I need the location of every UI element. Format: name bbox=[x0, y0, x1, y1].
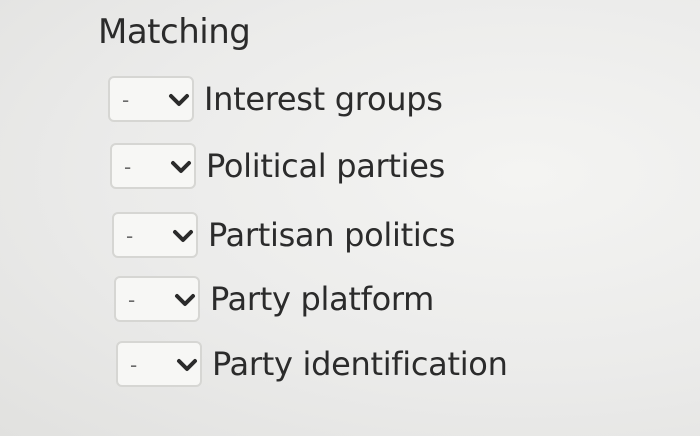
chevron-down-icon bbox=[169, 94, 189, 106]
dropdown-selected-value: - bbox=[130, 353, 138, 377]
match-row: - Interest groups bbox=[108, 74, 443, 124]
match-row: - Partisan politics bbox=[112, 210, 455, 260]
chevron-down-icon bbox=[173, 230, 193, 242]
answer-dropdown[interactable]: - bbox=[110, 143, 196, 189]
dropdown-selected-value: - bbox=[128, 288, 136, 312]
answer-dropdown[interactable]: - bbox=[112, 212, 198, 258]
answer-dropdown[interactable]: - bbox=[114, 276, 200, 322]
matching-question: Matching - Interest groups - Political p… bbox=[0, 0, 700, 436]
dropdown-selected-value: - bbox=[124, 155, 132, 179]
match-row: - Party identification bbox=[116, 339, 508, 389]
match-term: Partisan politics bbox=[208, 216, 456, 254]
dropdown-selected-value: - bbox=[126, 224, 134, 248]
matching-list: - Interest groups - Political parties - bbox=[0, 0, 700, 436]
match-term: Interest groups bbox=[204, 80, 443, 118]
match-term: Political parties bbox=[206, 147, 445, 185]
dropdown-selected-value: - bbox=[122, 88, 130, 112]
answer-dropdown[interactable]: - bbox=[116, 341, 202, 387]
answer-dropdown[interactable]: - bbox=[108, 76, 194, 122]
match-row: - Political parties bbox=[110, 141, 445, 191]
match-row: - Party platform bbox=[114, 274, 434, 324]
chevron-down-icon bbox=[175, 294, 195, 306]
chevron-down-icon bbox=[177, 359, 197, 371]
chevron-down-icon bbox=[171, 161, 191, 173]
match-term: Party identification bbox=[212, 345, 508, 383]
match-term: Party platform bbox=[210, 280, 435, 318]
